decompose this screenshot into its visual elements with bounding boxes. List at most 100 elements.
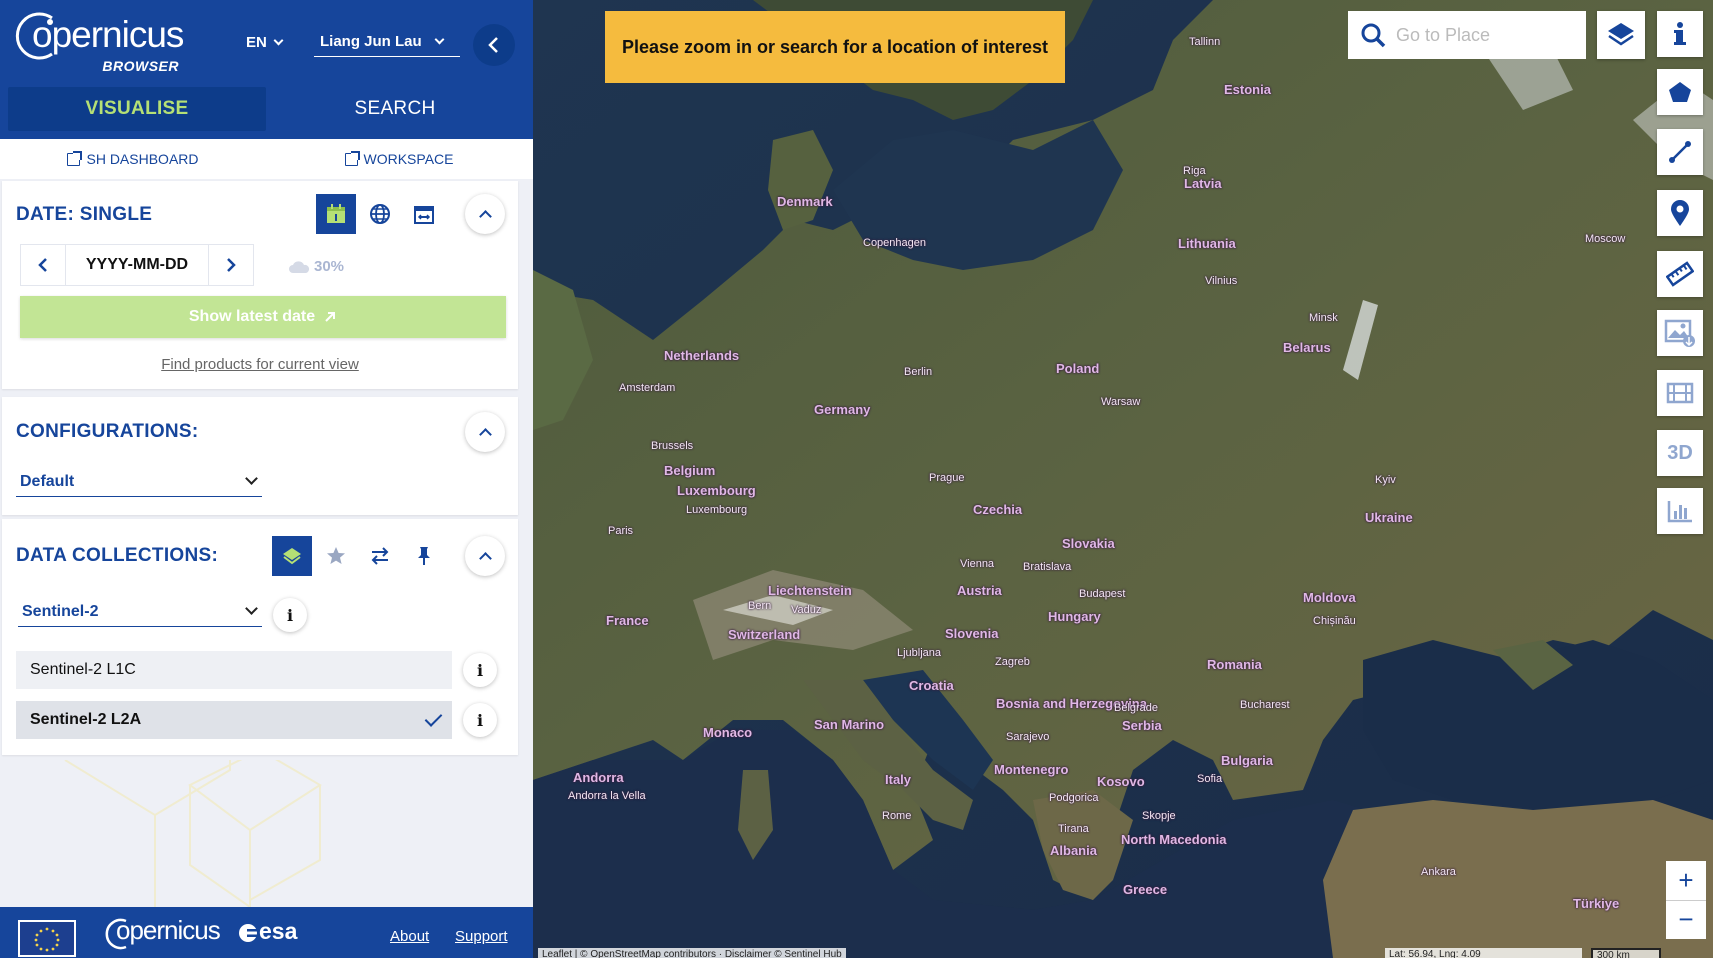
map-label-country: Andorra (573, 770, 624, 785)
layers-toggle-button[interactable] (1597, 11, 1645, 59)
map-label-country: Liechtenstein (768, 583, 852, 598)
collection-l1c-info-button[interactable]: i (463, 653, 497, 687)
cloud-coverage-filter[interactable]: 30% (288, 258, 344, 275)
collection-item-l2a[interactable]: Sentinel-2 L2A (16, 701, 452, 739)
sh-dashboard-label: SH DASHBOARD (86, 151, 199, 167)
info-tool[interactable] (1657, 11, 1703, 57)
about-link[interactable]: About (390, 928, 429, 945)
tab-visualise[interactable]: VISUALISE (8, 87, 266, 131)
date-panel-title: DATE: SINGLE (16, 204, 153, 225)
chevron-right-icon (227, 258, 236, 272)
eu-flag-logo[interactable] (18, 920, 76, 957)
language-selector[interactable]: EN (246, 34, 284, 51)
map-label-city: Skopje (1142, 810, 1176, 822)
map-label-city: Budapest (1079, 588, 1126, 600)
place-marker-tool[interactable] (1657, 190, 1703, 236)
map-label-city: Tallinn (1189, 36, 1221, 48)
image-download-tool[interactable] (1657, 310, 1703, 356)
histogram-tool[interactable] (1657, 488, 1703, 534)
map-label-city: Warsaw (1101, 396, 1141, 408)
satellite-imagery (533, 0, 1713, 958)
chevron-down-icon (273, 35, 284, 46)
decorative-cube-graphic (64, 760, 322, 907)
map-attribution[interactable]: Leaflet | © OpenStreetMap contributors ·… (538, 948, 846, 958)
show-latest-date-button[interactable]: Show latest date (20, 296, 506, 338)
data-collection-select[interactable]: Sentinel-2 (18, 597, 262, 627)
logo-word: opernicus (32, 14, 184, 55)
workspace-link[interactable]: WORKSPACE (266, 139, 532, 179)
ruler-icon (1666, 261, 1694, 287)
external-link-icon (344, 150, 360, 166)
arrow-up-right-icon (325, 312, 336, 322)
map-label-city: Podgorica (1049, 792, 1099, 804)
search-icon (1361, 23, 1386, 48)
cursor-coordinates: Lat: 56.94, Lng: 4.09 (1385, 948, 1582, 958)
map-label-country: Belgium (664, 463, 716, 478)
draw-polygon-tool[interactable] (1657, 69, 1703, 115)
sh-dashboard-link[interactable]: SH DASHBOARD (0, 139, 266, 179)
histogram-icon (1667, 501, 1692, 523)
3d-icon: 3D (1667, 441, 1693, 464)
data-collections-panel: DATA COLLECTIONS: Sentinel-2 i Sentinel-… (2, 519, 518, 755)
pushpin-icon (418, 547, 430, 565)
tab-search[interactable]: SEARCH (266, 87, 524, 131)
measure-tool[interactable] (1657, 251, 1703, 297)
configuration-select[interactable]: Default (16, 467, 262, 497)
3d-view-tool[interactable]: 3D (1657, 430, 1703, 476)
map-label-country: Montenegro (994, 762, 1069, 777)
external-links: SH DASHBOARD WORKSPACE (0, 139, 533, 179)
map-view[interactable]: Estonia Latvia Lithuania Denmark Belarus… (533, 0, 1713, 958)
compare-button[interactable] (360, 536, 400, 576)
global-date-button[interactable] (360, 194, 400, 234)
map-label-country: Austria (957, 583, 1002, 598)
chevron-left-icon (488, 37, 498, 53)
copernicus-browser-logo[interactable]: opernicus BROWSER (10, 8, 185, 78)
map-label-city: Amsterdam (619, 382, 676, 394)
single-date-button[interactable] (316, 194, 356, 234)
find-products-link[interactable]: Find products for current view (2, 356, 518, 373)
place-search-input[interactable] (1396, 24, 1576, 46)
configuration-selected-value: Default (20, 472, 75, 490)
footer-esa-logo[interactable]: esa (259, 918, 297, 945)
info-icon: i (476, 710, 484, 730)
map-label-city: Sarajevo (1006, 731, 1050, 743)
collapse-date-panel-button[interactable] (465, 194, 505, 234)
checkmark-icon (424, 709, 443, 727)
date-range-button[interactable] (404, 194, 444, 234)
collapse-configurations-button[interactable] (465, 412, 505, 452)
pin-button[interactable] (404, 536, 444, 576)
map-label-city: Rome (882, 810, 912, 822)
map-label-country: Moldova (1303, 590, 1356, 605)
zoom-in-button[interactable]: + (1666, 861, 1706, 900)
external-link-icon (67, 150, 83, 166)
date-input[interactable]: YYYY-MM-DD (65, 245, 209, 285)
language-label: EN (246, 34, 267, 51)
footer-copernicus-logo[interactable]: opernicus (116, 915, 221, 946)
layers-button[interactable] (272, 536, 312, 576)
map-label-city: Zagreb (995, 656, 1030, 668)
info-icon: i (286, 605, 294, 625)
favorites-button[interactable] (316, 536, 356, 576)
zoom-out-button[interactable]: − (1666, 899, 1706, 940)
previous-date-button[interactable] (21, 245, 65, 285)
user-menu[interactable]: Liang Jun Lau (314, 33, 460, 57)
map-label-city: Brussels (651, 440, 694, 452)
draw-line-tool[interactable] (1657, 129, 1703, 175)
support-link[interactable]: Support (455, 928, 508, 945)
map-label-city: Berlin (904, 366, 933, 378)
top-bar: opernicus BROWSER EN Liang Jun Lau VISUA… (0, 0, 533, 139)
next-date-button[interactable] (209, 245, 253, 285)
collection-l2a-info-button[interactable]: i (463, 703, 497, 737)
timelapse-tool[interactable] (1657, 370, 1703, 416)
timelapse-icon (1666, 382, 1694, 404)
place-search[interactable] (1348, 11, 1586, 59)
collapse-sidebar-button[interactable] (473, 24, 515, 66)
date-picker: YYYY-MM-DD (20, 244, 254, 286)
chevron-up-icon (478, 210, 492, 223)
data-collection-info-button[interactable]: i (273, 598, 307, 632)
collection-item-l1c[interactable]: Sentinel-2 L1C (16, 651, 452, 689)
map-label-country: France (606, 613, 649, 628)
collapse-data-collections-button[interactable] (465, 536, 505, 576)
configurations-title: CONFIGURATIONS: (16, 421, 199, 442)
map-label-city: Sofia (1197, 773, 1223, 785)
